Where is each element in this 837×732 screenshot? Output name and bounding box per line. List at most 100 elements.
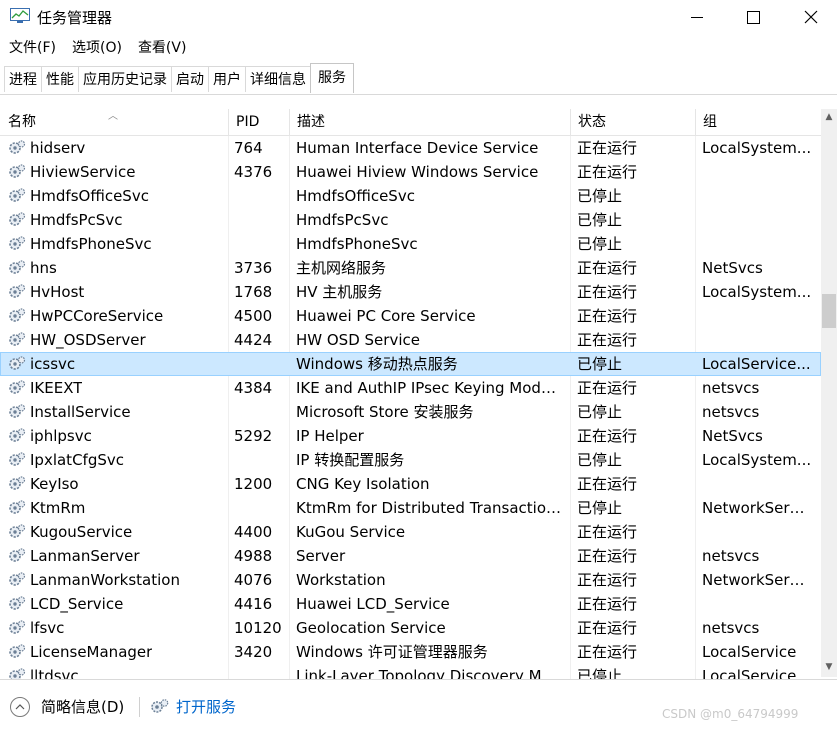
vertical-scrollbar[interactable]: ▲ ▼ [821,109,837,677]
table-row[interactable]: HvHost 1768 HV 主机服务 正在运行 LocalSystem... [0,280,821,304]
service-status: 正在运行 [577,139,638,157]
table-row[interactable]: LicenseManager 3420 Windows 许可证管理器服务 正在运行 Lo… [0,640,821,664]
service-name: HvHost [30,283,85,301]
close-button[interactable] [788,0,834,34]
service-name: InstallService [30,403,131,421]
service-gear-icon [8,667,26,679]
service-name-cell: HmdfsPhoneSvc [8,232,228,256]
service-status: 正在运行 [577,331,638,349]
service-group: netsvcs [702,619,760,637]
table-row[interactable]: lfsvc 10120 Geolocation Service 正在运行 netsvcs [0,616,821,640]
table-row[interactable]: HW_OSDServer 4424 HW OSD Service 正在运行 [0,328,821,352]
table-row[interactable]: HmdfsOfficeSvc HmdfsOfficeSvc 已停止 [0,184,821,208]
service-group: LocalService... [702,667,811,679]
tab-performance[interactable]: 性能 [41,66,79,92]
service-description: KuGou Service [296,523,406,541]
service-status: 正在运行 [577,163,638,181]
fewer-details-button[interactable]: 简略信息(D) [10,696,124,717]
service-gear-icon [8,595,26,613]
menu-file[interactable]: 文件(F) [0,37,63,61]
service-pid [234,352,290,376]
service-pid [234,496,290,520]
table-row[interactable]: hidserv 764 Human Interface Device Service… [0,136,821,160]
service-description: Workstation [296,571,386,589]
service-status: 已停止 [577,451,623,469]
service-pid [234,184,290,208]
minimize-button[interactable] [674,0,720,34]
service-gear-icon [8,259,26,277]
table-row[interactable]: IpxlatCfgSvc IP 转换配置服务 已停止 LocalSystem... [0,448,821,472]
column-header-name-label: 名称 [8,114,36,130]
table-row[interactable]: icssvc Windows 移动热点服务 已停止 LocalService... [0,352,821,376]
service-description: HmdfsOfficeSvc [296,187,415,205]
menu-view[interactable]: 查看(V) [129,37,194,61]
service-pid: 4500 [234,307,273,325]
tab-details[interactable]: 详细信息 [245,66,311,92]
table-row[interactable]: KtmRm KtmRm for Distributed Transaction..… [0,496,821,520]
service-pid: 4424 [234,331,273,349]
services-gear-icon [151,698,169,713]
table-row[interactable]: iphlpsvc 5292 IP Helper 正在运行 NetSvcs [0,424,821,448]
column-header-group[interactable]: 组 [695,109,821,135]
table-row[interactable]: LanmanServer 4988 Server 正在运行 netsvcs [0,544,821,568]
scrollbar-thumb[interactable] [822,294,836,328]
table-row[interactable]: lltdsvc Link-Layer Topology Discovery Ma.… [0,664,821,679]
service-group: netsvcs [702,403,760,421]
table-row[interactable]: IKEEXT 4384 IKE and AuthIP IPsec Keying Mo… [0,376,821,400]
service-group [702,304,812,328]
service-status: 已停止 [577,235,623,253]
scroll-down-arrow-icon[interactable]: ▼ [821,659,837,675]
table-row[interactable]: LCD_Service 4416 Huawei LCD_Service 正在运行 [0,592,821,616]
service-group: LocalService... [702,355,811,373]
service-description: Windows 许可证管理器服务 [296,643,488,661]
table-row[interactable]: HiviewService 4376 Huawei Hiview Windows S… [0,160,821,184]
service-pid: 764 [234,139,263,157]
table-row[interactable]: HmdfsPhoneSvc HmdfsPhoneSvc 已停止 [0,232,821,256]
service-gear-icon [8,331,26,349]
tab-processes[interactable]: 进程 [4,66,42,92]
column-header-description[interactable]: 描述 [289,109,571,135]
tab-users[interactable]: 用户 [208,66,246,92]
service-status: 正在运行 [577,259,638,277]
table-row[interactable]: hns 3736 主机网络服务 正在运行 NetSvcs [0,256,821,280]
service-name: LicenseManager [30,643,153,661]
column-header-pid[interactable]: PID [228,109,290,135]
tab-services[interactable]: 服务 [310,63,354,93]
service-name-cell: icssvc [8,352,228,376]
service-name: IKEEXT [30,379,83,397]
table-row[interactable]: InstallService Microsoft Store 安装服务 已停止 net… [0,400,821,424]
open-services-link[interactable]: 打开服务 [150,696,236,717]
table-row[interactable]: HmdfsPcSvc HmdfsPcSvc 已停止 [0,208,821,232]
tab-app-history[interactable]: 应用历史记录 [78,66,172,92]
maximize-button[interactable] [730,0,776,34]
service-name-cell: LanmanServer [8,544,228,568]
service-group: NetSvcs [702,427,763,445]
service-group: LocalSystem... [702,451,812,469]
service-description: Huawei Hiview Windows Service [296,163,539,181]
service-description: IP Helper [296,427,364,445]
service-gear-icon [8,451,26,469]
tab-bar: 进程 性能 应用历史记录 启动 用户 详细信息 服务 [0,63,837,95]
table-row[interactable]: HwPCCoreService 4500 Huawei PC Core Servic… [0,304,821,328]
service-group: NetSvcs [702,259,763,277]
tab-startup[interactable]: 启动 [171,66,209,92]
column-header-status[interactable]: 状态 [570,109,696,135]
menu-options[interactable]: 选项(O) [63,37,129,61]
service-description: IP 转换配置服务 [296,451,405,469]
table-row[interactable]: KugouService 4400 KuGou Service 正在运行 [0,520,821,544]
service-status: 正在运行 [577,307,638,325]
service-name: icssvc [30,355,76,373]
service-gear-icon [8,187,26,205]
service-status: 正在运行 [577,523,638,541]
column-header-name[interactable]: 名称 ︿ [0,109,229,135]
service-description: Human Interface Device Service [296,139,539,157]
service-status: 正在运行 [577,427,638,445]
scroll-up-arrow-icon[interactable]: ▲ [821,109,837,125]
service-gear-icon [8,379,26,397]
service-name-cell: HmdfsOfficeSvc [8,184,228,208]
service-gear-icon [8,499,26,517]
service-description: Microsoft Store 安装服务 [296,403,474,421]
table-row[interactable]: KeyIso 1200 CNG Key Isolation 正在运行 [0,472,821,496]
service-gear-icon [8,355,26,373]
table-row[interactable]: LanmanWorkstation 4076 Workstation 正在运行 Netw… [0,568,821,592]
